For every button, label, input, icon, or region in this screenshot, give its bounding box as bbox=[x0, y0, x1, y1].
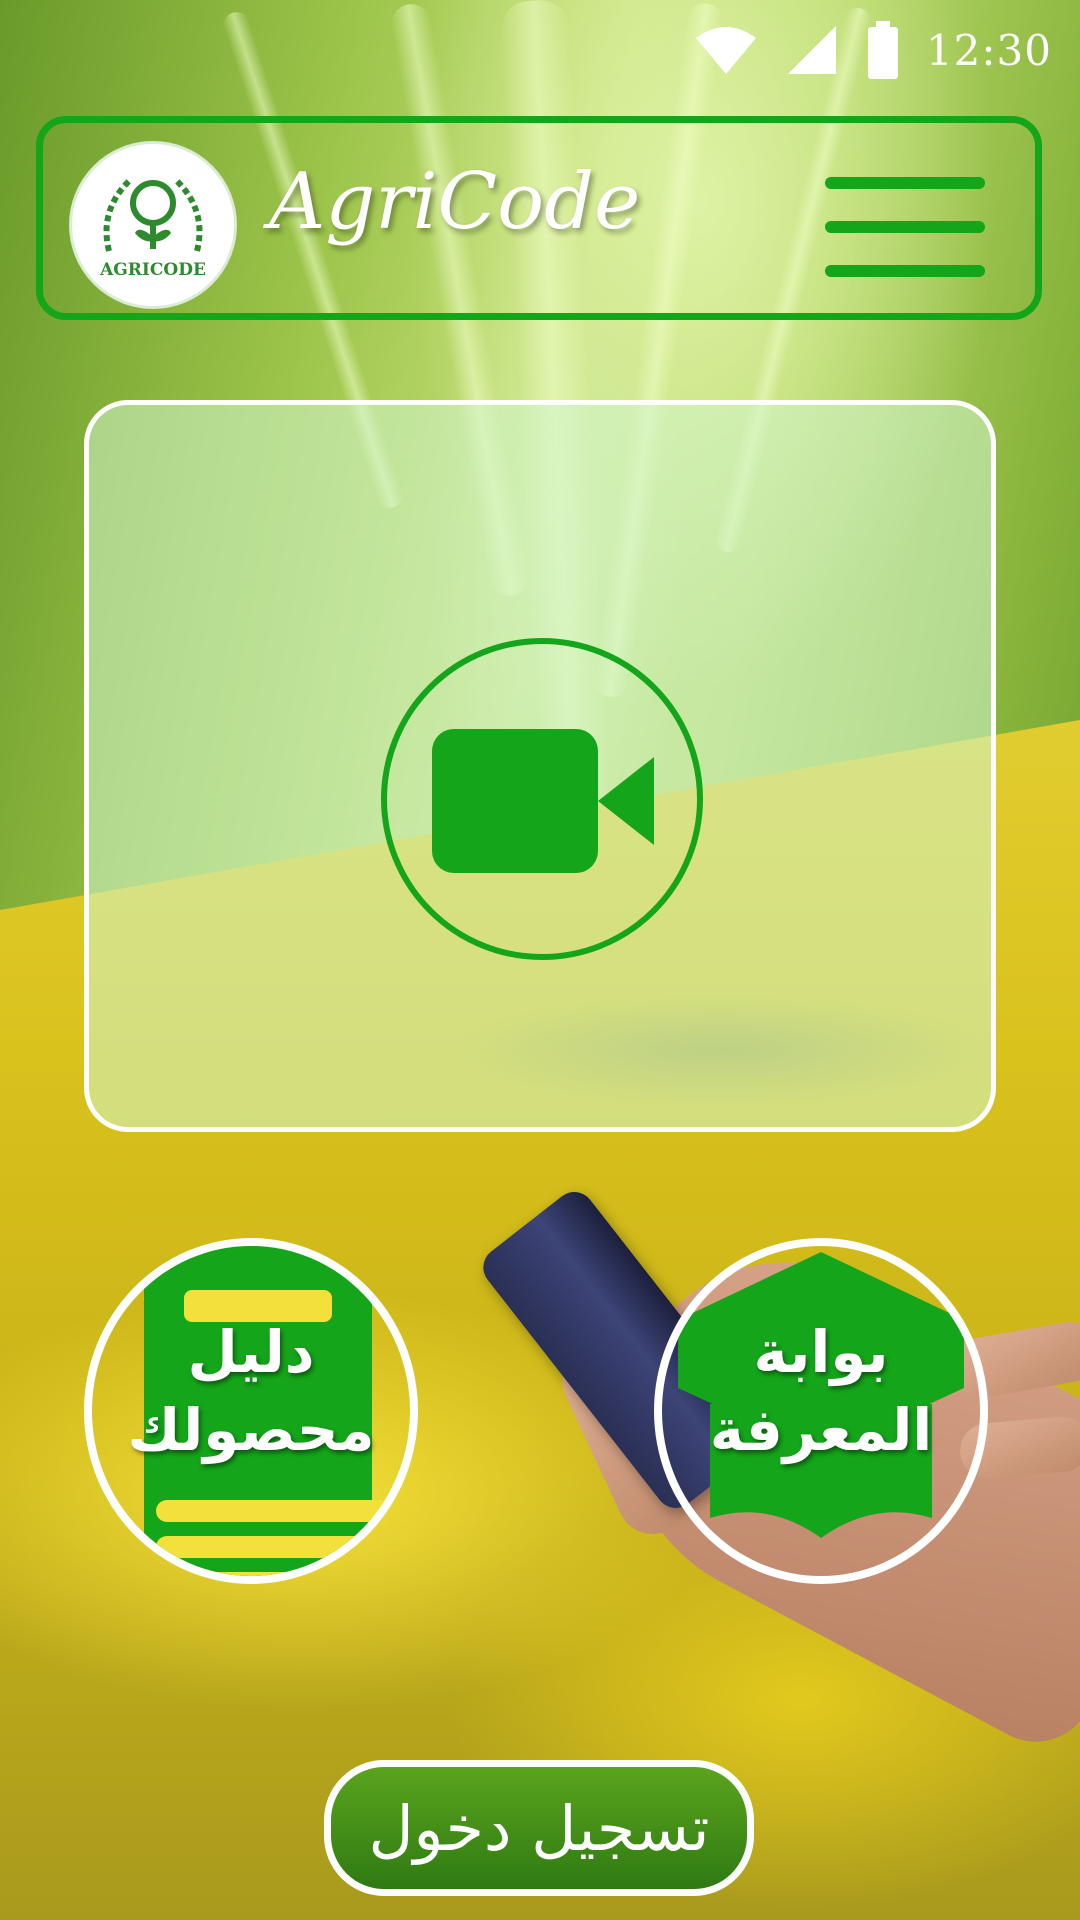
knowledge-portal-label-line1: بوابة bbox=[753, 1318, 889, 1386]
video-play-button[interactable] bbox=[381, 638, 703, 960]
menu-bar bbox=[825, 177, 985, 189]
crop-guide-button[interactable]: دليل محصولك bbox=[84, 1238, 418, 1584]
login-label: تسجيل دخول bbox=[368, 1791, 710, 1865]
battery-icon bbox=[867, 21, 898, 79]
video-camera-icon bbox=[432, 729, 654, 873]
logo-text: AGRICODE bbox=[100, 260, 206, 280]
wifi-icon bbox=[695, 27, 756, 74]
login-button[interactable]: تسجيل دخول bbox=[324, 1760, 754, 1896]
hamburger-menu-icon[interactable] bbox=[825, 177, 985, 277]
status-bar: 12:30 bbox=[694, 0, 1080, 100]
crop-guide-label-line1: دليل bbox=[187, 1318, 315, 1386]
menu-bar bbox=[825, 265, 985, 277]
menu-bar bbox=[825, 221, 985, 233]
app-header: AGRICODE AgriCode bbox=[36, 116, 1042, 320]
crop-guide-label-line2: محصولك bbox=[127, 1396, 375, 1464]
app-title: AgriCode bbox=[269, 157, 641, 247]
wreath-icon bbox=[103, 178, 203, 252]
video-panel[interactable] bbox=[84, 400, 996, 1132]
status-time: 12:30 bbox=[925, 25, 1052, 75]
knowledge-portal-label-line2: المعرفة bbox=[709, 1396, 933, 1464]
app-logo: AGRICODE bbox=[69, 141, 237, 309]
knowledge-portal-button[interactable]: بوابة المعرفة bbox=[654, 1238, 988, 1584]
signal-icon bbox=[787, 26, 836, 74]
